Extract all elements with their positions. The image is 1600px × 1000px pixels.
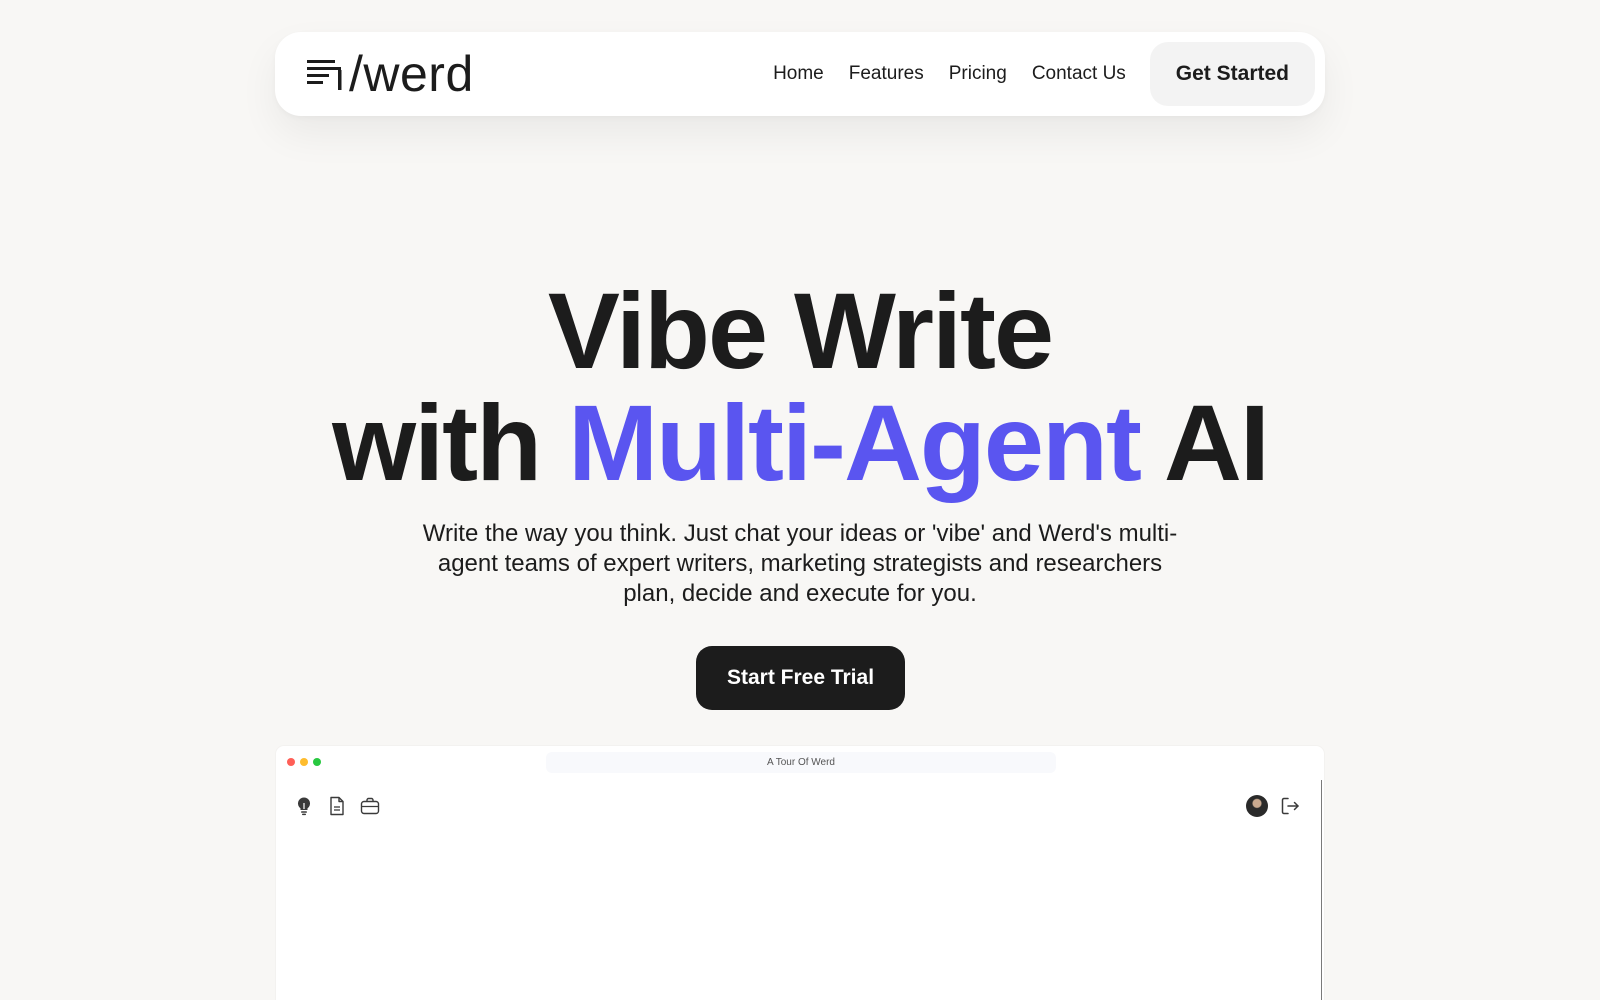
window-title: A Tour Of Werd: [546, 752, 1056, 773]
panel-divider[interactable]: [1321, 780, 1322, 1000]
get-started-button[interactable]: Get Started: [1149, 42, 1315, 106]
nav-links: Home Features Pricing Contact Us: [773, 63, 1126, 85]
nav-link-features[interactable]: Features: [849, 63, 924, 85]
window-close-dot[interactable]: [287, 758, 295, 766]
avatar[interactable]: [1246, 795, 1268, 817]
logo-wordmark: /werd: [349, 46, 474, 102]
logo-lines-icon: [307, 60, 342, 90]
hero-title-ai: AI: [1163, 382, 1270, 503]
start-free-trial-button[interactable]: Start Free Trial: [696, 646, 905, 710]
window-title-bar: A Tour Of Werd: [276, 746, 1324, 778]
document-icon[interactable]: [327, 796, 347, 816]
nav-link-contact[interactable]: Contact Us: [1032, 63, 1126, 85]
hero-title-with: with: [332, 382, 542, 503]
app-toolbar-left: [294, 796, 380, 816]
app-toolbar-right: [1246, 795, 1300, 817]
hero-subtitle: Write the way you think. Just chat your …: [422, 520, 1178, 607]
window-maximize-dot[interactable]: [313, 758, 321, 766]
top-navbar: /werd Home Features Pricing Contact Us G…: [275, 32, 1325, 116]
hero-title-accent: Multi-Agent: [568, 382, 1142, 503]
nav-link-pricing[interactable]: Pricing: [949, 63, 1007, 85]
app-preview-window: A Tour Of Werd: [276, 746, 1324, 1000]
werd-logo[interactable]: /werd: [305, 44, 474, 104]
nav-link-home[interactable]: Home: [773, 63, 824, 85]
hero-title: Vibe Write with Multi-Agent AI: [0, 275, 1600, 499]
hero-title-line1: Vibe Write: [547, 270, 1054, 391]
window-minimize-dot[interactable]: [300, 758, 308, 766]
lightbulb-icon[interactable]: [294, 796, 314, 816]
logout-icon[interactable]: [1280, 796, 1300, 816]
briefcase-icon[interactable]: [360, 796, 380, 816]
